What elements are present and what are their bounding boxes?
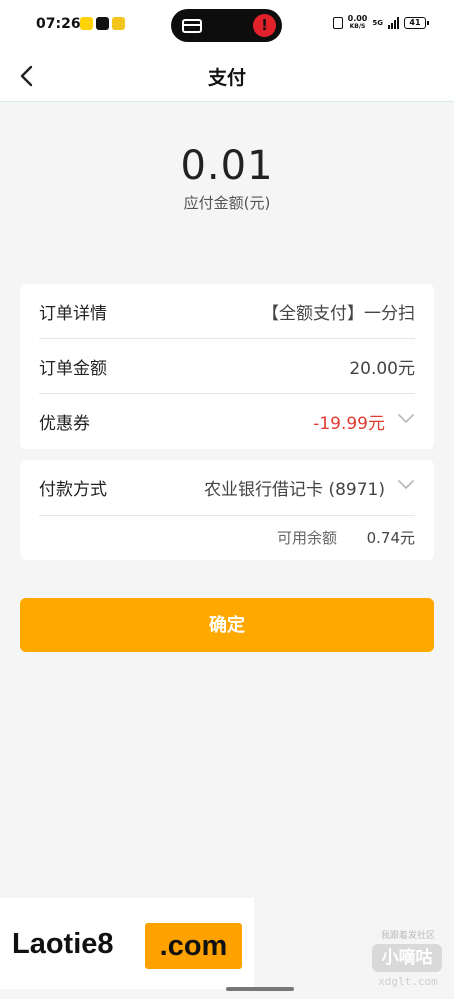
- order-card: 订单详情 【全额支付】一分扫 订单金额 20.00元 优惠券 -19.99元: [20, 284, 434, 449]
- coupon-value: -19.99元: [313, 414, 385, 434]
- chevron-down-icon[interactable]: [397, 413, 415, 425]
- balance-row: 可用余额 0.74元: [39, 516, 415, 560]
- payment-method-value: 农业银行借记卡 (8971): [204, 480, 385, 500]
- watermark-url: xdglt.com: [378, 975, 438, 988]
- order-amount-row: 订单金额 20.00元: [39, 339, 415, 394]
- coupon-row[interactable]: 优惠券 -19.99元: [39, 394, 415, 449]
- payment-method-row[interactable]: 付款方式 农业银行借记卡 (8971): [39, 460, 415, 516]
- net-speed: 0.00 KB/S: [347, 14, 368, 31]
- nav-bar: 支付: [0, 50, 454, 102]
- balance-label: 可用余额: [276, 529, 337, 547]
- order-detail-label: 订单详情: [39, 304, 107, 324]
- tiktok-icon: [96, 17, 109, 30]
- network-type: 5G: [372, 19, 383, 27]
- battery-icon: 41: [404, 17, 429, 29]
- coupon-label: 优惠券: [39, 414, 90, 434]
- card-icon: [182, 19, 202, 33]
- page-title: 支付: [207, 67, 246, 89]
- confirm-button[interactable]: 确定: [20, 598, 434, 652]
- vibrate-icon: [332, 17, 343, 29]
- watermark-xdglt: 我跟着发社区 小嘀咕 xdglt.com: [368, 928, 448, 992]
- home-indicator[interactable]: [226, 987, 294, 991]
- order-amount-value: 20.00元: [349, 359, 415, 379]
- app-notification-icon: [112, 17, 125, 30]
- order-detail-row: 订单详情 【全额支付】一分扫: [39, 284, 415, 339]
- signal-icon: [388, 17, 399, 29]
- balance-value: 0.74元: [366, 529, 415, 547]
- status-indicators: 0.00 KB/S 5G 41: [332, 14, 429, 31]
- watermark-tagline: 我跟着发社区: [380, 931, 435, 941]
- app-notification-icon: [80, 17, 93, 30]
- order-detail-value: 【全额支付】一分扫: [262, 304, 415, 324]
- payment-method-card: 付款方式 农业银行借记卡 (8971) 可用余额 0.74元: [20, 460, 434, 560]
- payment-amount: 0.01: [180, 143, 274, 189]
- watermark-name: 小嘀咕: [372, 944, 442, 972]
- status-time: 07:26: [36, 16, 81, 32]
- status-notification-icons: [80, 17, 125, 30]
- order-amount-label: 订单金额: [39, 359, 107, 379]
- payment-method-label: 付款方式: [39, 480, 107, 500]
- chevron-down-icon[interactable]: [397, 479, 415, 491]
- dynamic-island[interactable]: !: [171, 9, 282, 42]
- watermark-com-badge: .com: [145, 923, 242, 969]
- status-bar: 07:26 ! 0.00 KB/S 5G 41: [0, 0, 454, 50]
- watermark-laotie: Laotie8: [12, 928, 114, 960]
- payment-amount-label: 应付金额(元): [183, 194, 271, 212]
- alert-icon: !: [253, 14, 276, 37]
